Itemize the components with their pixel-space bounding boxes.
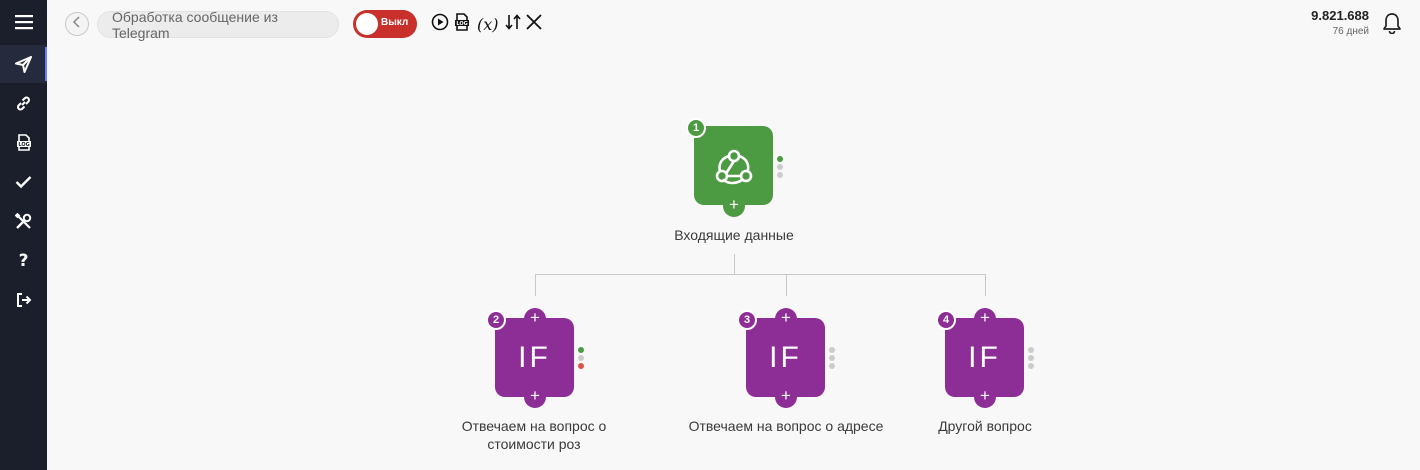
logout-icon [16,293,32,307]
run-button[interactable] [431,13,449,35]
scenario-title[interactable]: Обработка сообщение из Telegram [97,9,339,41]
status-dot [777,172,783,178]
status-dot [578,347,584,353]
sidebar-item-tools[interactable] [0,202,47,240]
logs-button[interactable]: LOG [454,12,470,36]
help-icon: ? [18,251,29,271]
sidebar-item-tasks[interactable] [0,163,47,201]
notifications-button[interactable] [1382,12,1402,39]
bell-icon [1382,13,1402,38]
status-dot [1028,355,1034,361]
sidebar: LOG ? [0,0,47,470]
node-label: Другой вопрос [938,418,1032,434]
svg-text:LOG: LOG [456,21,467,27]
back-button[interactable] [65,12,89,36]
connector-line [786,274,787,296]
status-dot [829,355,835,361]
status-dot [777,164,783,170]
node-number-badge: 2 [486,310,506,330]
send-icon [15,55,32,73]
status-dot [1028,347,1034,353]
status-dot [578,363,584,369]
close-button[interactable] [525,13,543,35]
sort-button[interactable] [504,13,522,35]
status-dot [829,347,835,353]
svg-text:LOG: LOG [18,142,29,148]
webhook-icon [713,146,755,191]
add-module-button[interactable]: + [775,386,797,408]
connector-line [734,254,735,275]
status-dot [578,355,584,361]
connector-line [985,274,986,296]
log-icon: LOG [454,12,470,36]
status-dot [829,363,835,369]
node-number-badge: 4 [936,310,956,330]
add-module-button[interactable]: + [723,195,745,217]
balance-days: 76 дней [1332,26,1369,37]
play-icon [431,13,449,36]
close-icon [525,13,543,36]
sidebar-item-logout[interactable] [0,281,47,319]
if-icon: IF [968,340,1001,374]
add-module-button[interactable]: + [974,386,996,408]
toggle-label: Выкл [381,17,409,28]
chevron-left-icon [72,15,82,33]
add-module-button[interactable]: + [775,308,797,330]
node-label: Входящие данные [674,227,794,243]
link-icon [15,95,32,112]
toggle-knob [356,13,378,35]
status-dot [777,156,783,162]
connector-line [535,274,986,275]
sort-icon [504,13,522,36]
variables-button[interactable]: (x) [477,13,499,35]
sidebar-item-connections[interactable] [0,84,47,122]
balance-widget: 9.821.688 76 дней [1311,8,1369,37]
node-number-badge: 3 [737,310,757,330]
if-icon: IF [769,340,802,374]
node-number-badge: 1 [686,118,706,138]
check-icon [15,175,32,189]
sidebar-item-help[interactable]: ? [0,242,47,280]
connector-line [535,274,536,296]
add-module-button[interactable]: + [524,308,546,330]
add-module-button[interactable]: + [974,308,996,330]
balance-amount: 9.821.688 [1311,8,1369,23]
activation-toggle[interactable]: Выкл [353,10,417,38]
menu-icon [14,14,33,30]
log-icon: LOG [16,133,32,151]
status-dot [1028,363,1034,369]
if-icon: IF [518,340,551,374]
node-label: Отвечаем на вопрос о адресе [688,418,884,434]
node-label: Отвечаем на вопрос о стоимости роз [434,417,634,453]
sidebar-item-scenarios[interactable] [0,45,47,83]
menu-button[interactable] [0,3,47,41]
node-label-line: Отвечаем на вопрос о [461,418,607,434]
add-module-button[interactable]: + [524,386,546,408]
webhook-node[interactable] [694,126,773,205]
sidebar-item-logs[interactable]: LOG [0,123,47,161]
tools-icon [15,212,32,230]
node-label-line: стоимости роз [487,436,581,452]
